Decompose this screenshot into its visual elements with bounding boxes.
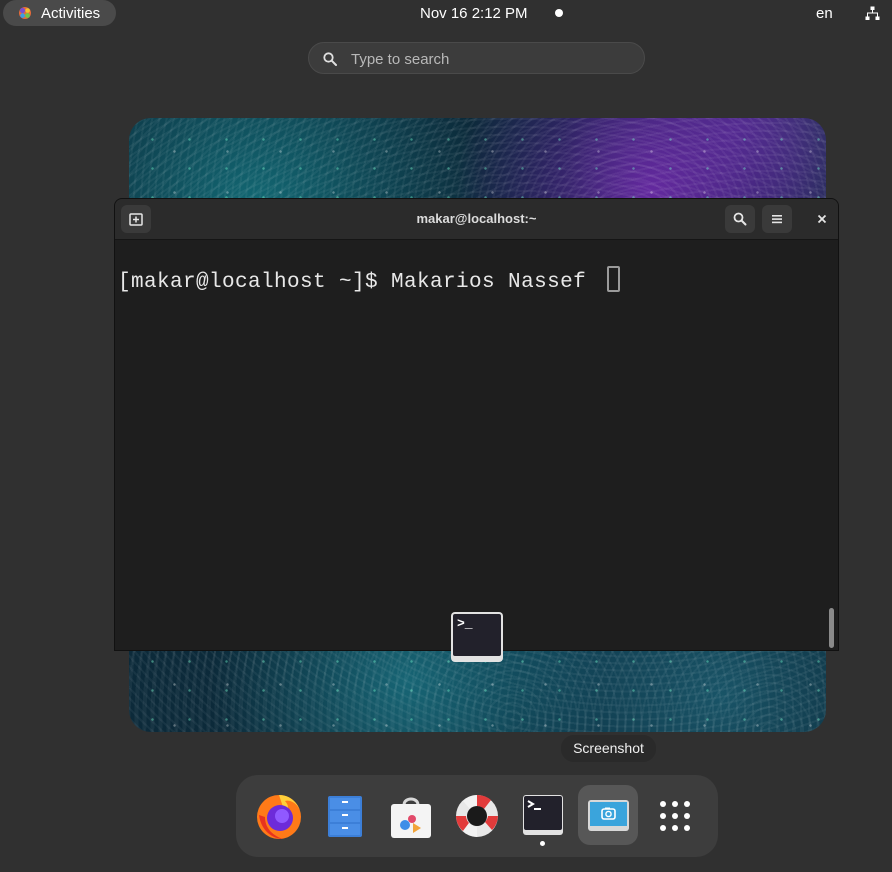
top-bar: Activities Nov 16 2:12 PM en [0, 0, 892, 26]
terminal-menu-button[interactable] [762, 205, 792, 233]
files-icon [328, 796, 362, 837]
terminal-running-indicator [540, 841, 545, 846]
software-icon [391, 797, 431, 838]
terminal-cursor [607, 266, 621, 292]
terminal-scrollbar[interactable] [826, 240, 838, 650]
dock-item-files[interactable] [315, 785, 375, 845]
screenshot-icon [588, 800, 629, 831]
dock-item-terminal[interactable] [513, 785, 573, 845]
activities-label: Activities [41, 5, 101, 22]
dock-tooltip: Screenshot [561, 735, 656, 762]
help-icon [456, 794, 498, 837]
language-indicator[interactable]: en [816, 5, 833, 22]
dock-item-software[interactable] [381, 785, 441, 845]
clock[interactable]: Nov 16 2:12 PM [420, 5, 528, 22]
hamburger-menu-icon [772, 215, 782, 224]
search-input[interactable] [349, 48, 633, 70]
terminal-icon [523, 795, 563, 835]
fedora-logo-icon [19, 7, 31, 19]
terminal-output[interactable]: [makar@localhost ~]$ Makarios Nassef [118, 266, 621, 294]
close-button[interactable] [808, 205, 836, 233]
close-icon [817, 214, 827, 224]
activities-button[interactable]: Activities [3, 0, 116, 26]
search-box[interactable] [308, 42, 645, 74]
network-wired-icon[interactable] [865, 6, 880, 21]
dock [236, 775, 718, 857]
notification-indicator-icon [555, 9, 563, 17]
dock-item-help[interactable] [447, 785, 507, 845]
app-grid-icon [660, 801, 690, 831]
search-icon [733, 212, 747, 226]
terminal-icon-prompt: >_ [457, 616, 473, 631]
firefox-icon [257, 795, 301, 839]
terminal-headerbar[interactable]: makar@localhost:~ [115, 199, 838, 240]
scrollbar-thumb[interactable] [829, 608, 834, 648]
dock-item-show-applications[interactable] [644, 785, 704, 845]
terminal-prompt-line: [makar@localhost ~]$ Makarios Nassef [118, 271, 600, 294]
terminal-window-app-icon: >_ [451, 612, 503, 662]
dock-item-screenshot[interactable] [578, 785, 638, 845]
terminal-icon-screen: >_ [453, 614, 501, 656]
dock-item-firefox[interactable] [249, 785, 309, 845]
terminal-search-button[interactable] [725, 205, 755, 233]
search-icon [323, 52, 337, 66]
terminal-window[interactable]: makar@localhost:~ [makar@localhost ~]$ M… [114, 198, 839, 651]
